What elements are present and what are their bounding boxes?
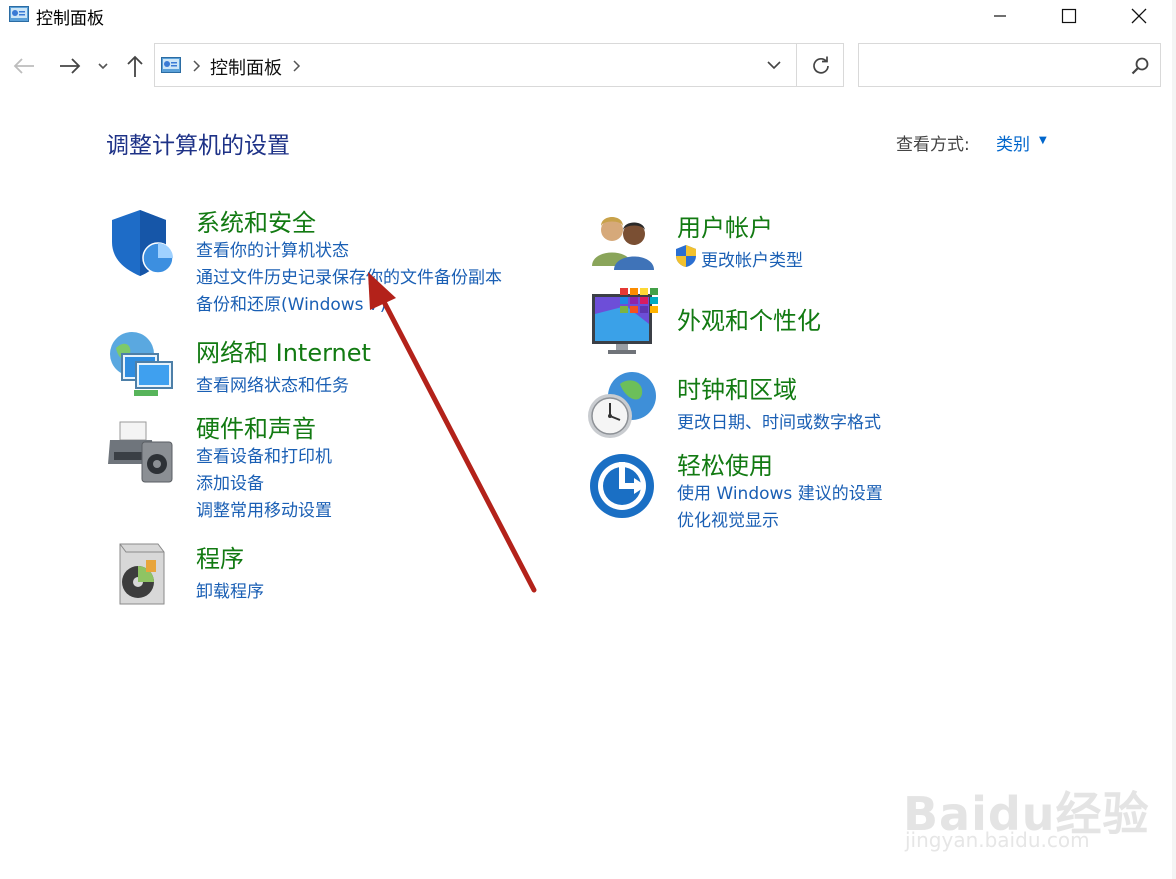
shield-icon[interactable] — [106, 206, 178, 278]
link-optimize-visual-display[interactable]: 优化视觉显示 — [677, 506, 779, 531]
network-globe-icon[interactable] — [106, 330, 178, 402]
link-network-status[interactable]: 查看网络状态和任务 — [196, 371, 349, 396]
address-bar[interactable]: 控制面板 — [154, 43, 844, 87]
programs-box-icon[interactable] — [106, 540, 178, 612]
maximize-button[interactable] — [1046, 0, 1092, 32]
category-ease-of-access-title[interactable]: 轻松使用 — [677, 446, 773, 481]
page-title: 调整计算机的设置 — [106, 133, 290, 159]
arrow-up-icon — [127, 55, 143, 77]
uac-shield-icon — [675, 244, 697, 268]
category-clock-region-title[interactable]: 时钟和区域 — [677, 370, 797, 405]
link-uninstall-program[interactable]: 卸载程序 — [196, 577, 264, 602]
control-panel-icon — [9, 6, 29, 22]
appearance-monitor-icon[interactable] — [588, 286, 660, 358]
forward-button[interactable] — [56, 48, 84, 84]
category-network-title[interactable]: 网络和 Internet — [196, 333, 371, 368]
search-input[interactable] — [858, 43, 1161, 87]
category-appearance-title[interactable]: 外观和个性化 — [677, 301, 821, 336]
refresh-button[interactable] — [796, 44, 845, 86]
chevron-down-icon — [98, 63, 108, 70]
back-button[interactable] — [10, 48, 38, 84]
arrow-right-icon — [60, 58, 81, 74]
recent-locations-button[interactable] — [92, 48, 114, 84]
link-mobility-settings[interactable]: 调整常用移动设置 — [196, 496, 332, 521]
search-icon — [1130, 56, 1150, 76]
category-system-security-title[interactable]: 系统和安全 — [196, 203, 316, 238]
refresh-icon — [813, 56, 829, 74]
window-edge — [1172, 0, 1176, 879]
printer-icon[interactable] — [106, 416, 178, 488]
category-user-accounts-title[interactable]: 用户帐户 — [677, 208, 773, 243]
dropdown-caret-icon[interactable]: ▼ — [1039, 135, 1047, 146]
link-windows-recommended-settings[interactable]: 使用 Windows 建议的设置 — [677, 479, 883, 504]
link-add-device[interactable]: 添加设备 — [196, 469, 264, 494]
link-view-computer-status[interactable]: 查看你的计算机状态 — [196, 236, 349, 261]
link-devices-printers[interactable]: 查看设备和打印机 — [196, 442, 332, 467]
breadcrumb-control-panel[interactable]: 控制面板 — [210, 54, 282, 80]
users-icon[interactable] — [588, 206, 660, 278]
chevron-right-icon[interactable] — [291, 55, 301, 77]
address-history-dropdown[interactable] — [759, 44, 789, 86]
chevron-right-icon[interactable] — [191, 55, 201, 77]
control-panel-icon — [161, 57, 181, 73]
close-button[interactable] — [1116, 0, 1162, 32]
view-by-dropdown[interactable]: 类别 — [996, 130, 1030, 155]
category-programs-title[interactable]: 程序 — [196, 539, 244, 574]
link-change-date-time-format[interactable]: 更改日期、时间或数字格式 — [677, 408, 881, 433]
link-backup-restore[interactable]: 备份和还原(Windows 7) — [196, 290, 386, 315]
link-file-history-backup[interactable]: 通过文件历史记录保存你的文件备份副本 — [196, 263, 502, 288]
ease-of-access-icon[interactable] — [588, 450, 660, 522]
category-hardware-title[interactable]: 硬件和声音 — [196, 409, 316, 444]
chevron-down-icon — [767, 61, 781, 70]
watermark-url: jingyan.baidu.com — [905, 828, 1090, 852]
arrow-left-icon — [13, 58, 34, 74]
up-button[interactable] — [121, 48, 149, 84]
view-by-label: 查看方式: — [896, 135, 970, 155]
title-bar: 控制面板 — [0, 0, 1176, 34]
window-title: 控制面板 — [36, 9, 104, 29]
minimize-button[interactable] — [977, 0, 1023, 32]
link-change-account-type[interactable]: 更改帐户类型 — [701, 246, 803, 271]
clock-globe-icon[interactable] — [586, 370, 658, 442]
